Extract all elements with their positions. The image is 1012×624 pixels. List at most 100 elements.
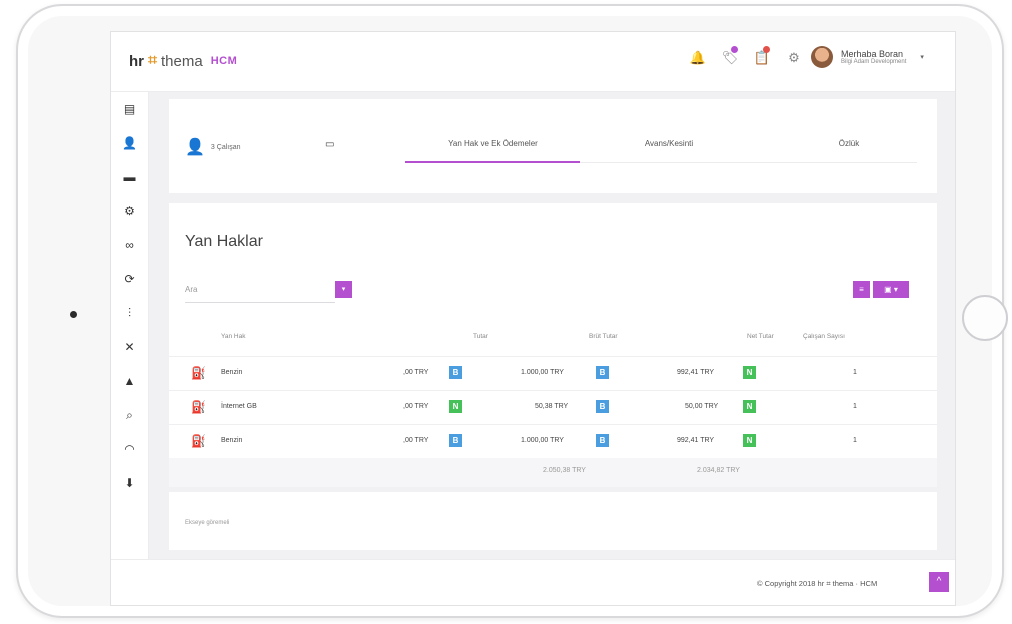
export-dropdown-button[interactable]: ▣ ▾ <box>873 281 909 298</box>
net-amount: 50,00 TRY <box>685 403 719 410</box>
sidebar: ▤ 👤 ▬ ⚙ ∞ ⟳ ⫶ ✕ ▲ ⌕ ◠ ⬇ <box>111 92 149 605</box>
app-screen: hr ⌗ thema HCM 🔔 🏷 📋 ⚙ Merhaba Boran Bil… <box>110 31 956 606</box>
gross-amount: 1.000,00 TRY <box>521 437 564 444</box>
column-header: Brüt Tutar <box>589 333 618 340</box>
sidebar-item-folders[interactable]: ▬ <box>111 160 148 194</box>
tag-icon[interactable]: 🏷 <box>721 46 739 68</box>
wrench-icon: ✕ <box>124 340 135 354</box>
notes-card: Ekseye göremeli <box>169 492 937 550</box>
amount: ,00 TRY <box>403 403 429 410</box>
user-name: Merhaba Boran <box>841 49 904 59</box>
table-row[interactable]: ⛽ Benzin ,00 TRY B 1.000,00 TRY B 992,41… <box>169 424 937 458</box>
amount-type-badge: B <box>449 434 462 447</box>
column-header: Yan Hak <box>221 333 246 340</box>
gear-icon: ⚙ <box>124 204 135 218</box>
amount: ,00 TRY <box>403 437 429 444</box>
cycle-icon: ⟳ <box>124 272 135 286</box>
user-icon: 👤 <box>122 136 137 150</box>
chevron-down-icon[interactable]: ▾ <box>920 53 924 61</box>
user-circle-icon: 👤 <box>185 139 205 156</box>
net-amount: 992,41 TRY <box>677 369 715 376</box>
gross-type-badge: B <box>596 400 609 413</box>
logo-hcm: HCM <box>210 55 238 67</box>
gas-pump-icon: ⛽ <box>191 366 206 380</box>
employee-count-cell: 1 <box>853 369 857 376</box>
sidebar-item-organization[interactable]: ⫶ <box>111 296 148 330</box>
sidebar-item-dashboard[interactable]: ◠ <box>111 432 148 466</box>
employee-count-label: 3 Çalışan <box>210 143 241 151</box>
gas-pump-icon: ⛽ <box>191 434 206 448</box>
sidebar-item-users[interactable]: 👤 <box>111 126 148 160</box>
totals-row: 2.050,38 TRY 2.034,82 TRY <box>169 458 937 487</box>
list-view-button[interactable]: ≡ <box>853 281 870 298</box>
table-row[interactable]: ⛽ Benzin ,00 TRY B 1.000,00 TRY B 992,41… <box>169 356 937 390</box>
sidebar-item-search[interactable]: ⌕ <box>111 398 148 432</box>
header-icons: 🔔 🏷 📋 ⚙ <box>689 46 803 68</box>
sidebar-item-settings[interactable]: ⚙ <box>111 194 148 228</box>
column-header: Çalışan Sayısı <box>803 333 845 340</box>
search-dropdown-button[interactable]: ▾ <box>335 281 352 298</box>
tab-avans-kesinti[interactable]: Avans/Kesinti <box>599 139 739 148</box>
sidebar-item-cycle[interactable]: ⟳ <box>111 262 148 296</box>
gross-amount: 50,38 TRY <box>535 403 569 410</box>
app-logo[interactable]: hr ⌗ thema HCM <box>129 52 237 70</box>
amount-type-badge: B <box>449 366 462 379</box>
documents-icon: ▤ <box>123 102 136 116</box>
column-header: Tutar <box>473 333 488 340</box>
top-bar: hr ⌗ thema HCM 🔔 🏷 📋 ⚙ Merhaba Boran Bil… <box>111 32 955 92</box>
notes-text: Ekseye göremeli <box>185 520 230 526</box>
download-icon: ⬇ <box>124 476 135 490</box>
footer: © Copyright 2018 hr ⌗ thema · HCM ^ <box>111 559 955 605</box>
home-button[interactable] <box>962 295 1008 341</box>
tabs-card: 👤 3 Çalışan ▭ Yan Hak ve Ek Ödemeler Ava… <box>169 99 937 193</box>
sidebar-item-documents[interactable]: ▤ <box>111 92 148 126</box>
scroll-to-top-button[interactable]: ^ <box>929 572 949 592</box>
net-type-badge: N <box>743 366 756 379</box>
gauge-icon: ◠ <box>124 442 135 456</box>
benefit-name: Benzin <box>221 369 243 376</box>
net-total: 2.034,82 TRY <box>697 467 740 474</box>
gross-amount: 1.000,00 TRY <box>521 369 564 376</box>
amount: ,00 TRY <box>403 369 429 376</box>
gross-type-badge: B <box>596 434 609 447</box>
side-benefits-card: Yan Haklar Ara ▾ ≡ ▣ ▾ Yan Hak Tutar Brü… <box>169 203 937 487</box>
sidebar-item-glasses[interactable]: ∞ <box>111 228 148 262</box>
user-menu[interactable]: Merhaba Boran Bilgi Adam Development ▾ <box>811 46 924 68</box>
tab-ozluk[interactable]: Özlük <box>789 139 909 148</box>
tab-yan-hak[interactable]: Yan Hak ve Ek Ödemeler <box>419 139 567 148</box>
employee-count-cell: 1 <box>853 437 857 444</box>
search-input[interactable]: Ara <box>185 283 335 303</box>
card-icon[interactable]: ▭ <box>325 139 334 150</box>
active-tab-indicator <box>405 161 580 163</box>
sidebar-item-download[interactable]: ⬇ <box>111 466 148 500</box>
copyright-text: © Copyright 2018 hr ⌗ thema · HCM <box>757 579 878 588</box>
glasses-icon: ∞ <box>125 238 134 252</box>
net-amount: 992,41 TRY <box>677 437 715 444</box>
hierarchy-icon: ⫶ <box>127 305 131 320</box>
graduation-cap-icon: ▲ <box>123 374 136 388</box>
net-type-badge: N <box>743 400 756 413</box>
benefit-name: Benzin <box>221 437 243 444</box>
avatar[interactable] <box>811 46 833 68</box>
tablet-frame: hr ⌗ thema HCM 🔔 🏷 📋 ⚙ Merhaba Boran Bil… <box>16 4 1008 618</box>
clipboard-icon[interactable]: 📋 <box>753 46 771 68</box>
employee-count[interactable]: 👤 3 Çalışan <box>185 137 241 157</box>
sidebar-item-tools[interactable]: ✕ <box>111 330 148 364</box>
amount-type-badge: N <box>449 400 462 413</box>
user-role: Bilgi Adam Development <box>841 59 907 65</box>
logo-mark-icon: ⌗ <box>148 52 158 69</box>
gross-total: 2.050,38 TRY <box>543 467 586 474</box>
logo-thema: thema <box>161 52 203 70</box>
gas-pump-icon: ⛽ <box>191 400 206 414</box>
search-icon: ⌕ <box>126 407 133 422</box>
logo-hr: hr <box>129 52 144 70</box>
sidebar-item-education[interactable]: ▲ <box>111 364 148 398</box>
gross-type-badge: B <box>596 366 609 379</box>
net-type-badge: N <box>743 434 756 447</box>
bell-icon[interactable]: 🔔 <box>689 48 707 68</box>
gear-icon[interactable]: ⚙ <box>785 48 803 68</box>
folder-icon: ▬ <box>123 170 136 184</box>
page-title: Yan Haklar <box>185 233 263 250</box>
table-row[interactable]: ⛽ İnternet GB ,00 TRY N 50,38 TRY B 50,0… <box>169 390 937 424</box>
camera-dot <box>70 311 77 318</box>
